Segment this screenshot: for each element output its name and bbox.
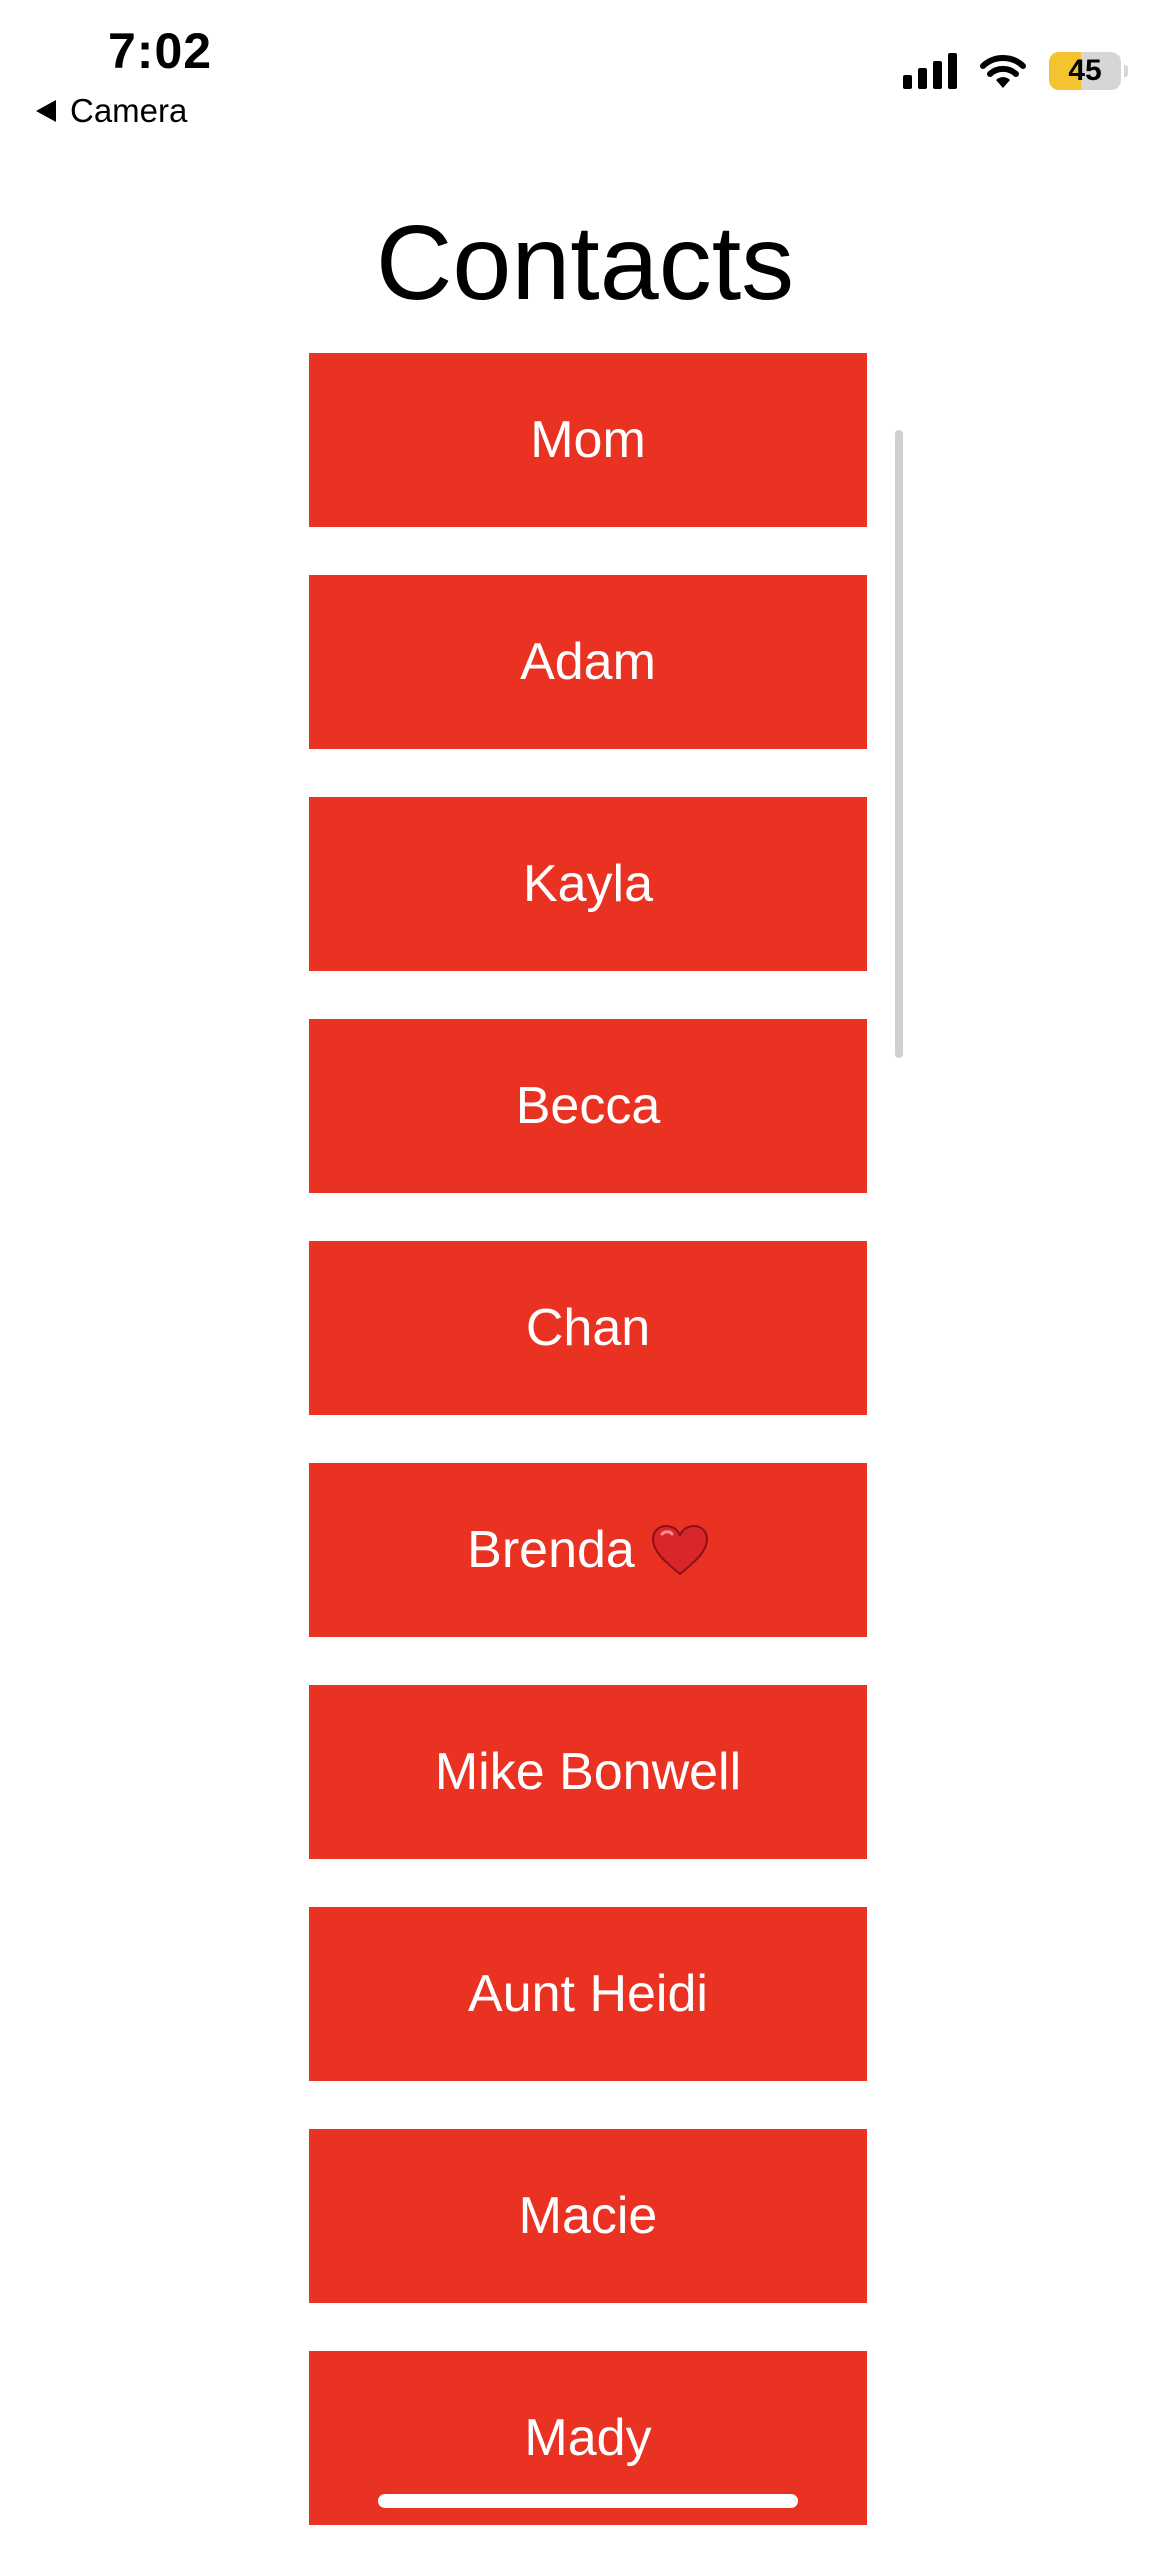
wifi-icon [980, 55, 1026, 88]
contact-label: Kayla [522, 855, 654, 913]
heart-icon [651, 1524, 708, 1576]
contact-button-macie[interactable]: Macie [309, 2129, 867, 2303]
contact-button-mike-bonwell[interactable]: Mike Bonwell [309, 1685, 867, 1859]
battery-level: 45 [1068, 54, 1102, 87]
contact-button-becca[interactable]: Becca [309, 1019, 867, 1193]
home-indicator[interactable] [378, 2494, 798, 2508]
contact-label: Mady [524, 2409, 652, 2467]
contact-label: Chan [525, 1299, 651, 1357]
status-indicators: 45 [903, 52, 1128, 90]
back-to-camera-link[interactable]: Camera [36, 92, 187, 130]
contact-button-adam[interactable]: Adam [309, 575, 867, 749]
back-link-label: Camera [70, 92, 188, 129]
cellular-signal-icon [903, 53, 957, 89]
page-title: Contacts [375, 204, 795, 322]
status-time: 7:02 [108, 23, 213, 79]
contact-button-mom[interactable]: Mom [309, 353, 867, 527]
scroll-indicator[interactable] [895, 430, 903, 1058]
contact-label: Aunt Heidi [468, 1965, 708, 2023]
contact-button-chan[interactable]: Chan [309, 1241, 867, 1415]
back-arrow-icon [36, 100, 56, 122]
status-bar: 7:02 Camera 45 [0, 0, 1170, 150]
contact-label: Mike Bonwell [434, 1743, 742, 1801]
contact-label: Macie [518, 2187, 658, 2245]
contact-label: Adam [520, 633, 656, 691]
contact-label: Becca [515, 1077, 661, 1135]
contact-list: Mom Adam Kayla Becca Chan Brenda Mike Bo… [309, 353, 867, 2573]
contact-button-brenda[interactable]: Brenda [309, 1463, 867, 1637]
contact-label: Brenda [467, 1521, 635, 1579]
battery-icon: 45 [1049, 52, 1128, 90]
contact-label: Mom [530, 411, 646, 469]
contact-button-aunt-heidi[interactable]: Aunt Heidi [309, 1907, 867, 2081]
contact-button-kayla[interactable]: Kayla [309, 797, 867, 971]
